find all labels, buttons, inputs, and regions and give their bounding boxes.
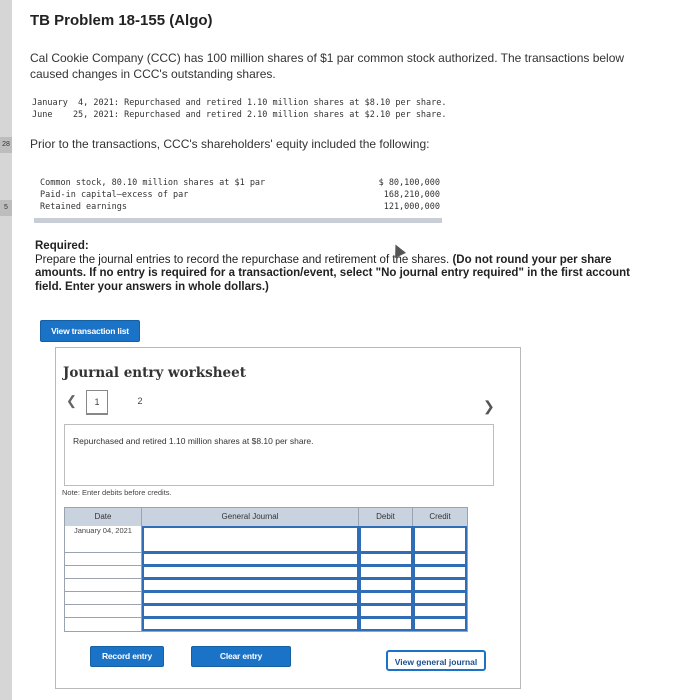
debit-input[interactable] xyxy=(359,591,413,605)
side-mark-1: 28 xyxy=(0,137,12,153)
transactions-list: January 4, 2021: Repurchased and retired… xyxy=(32,97,447,121)
worksheet-title: Journal entry worksheet xyxy=(63,365,246,381)
journal-table: Date General Journal Debit Credit Januar… xyxy=(64,507,468,632)
tab-1[interactable]: 1 xyxy=(86,390,108,415)
problem-title: TB Problem 18-155 (Algo) xyxy=(30,12,213,29)
credit-input[interactable] xyxy=(413,526,467,553)
left-sidebar-strip: 28 5 xyxy=(0,0,12,700)
header-general-journal: General Journal xyxy=(142,508,359,526)
journal-body: January 04, 2021 xyxy=(65,526,467,631)
debit-input[interactable] xyxy=(359,565,413,579)
transaction-row: June 25, 2021: Repurchased and retired 2… xyxy=(32,110,447,120)
transaction-description-box: Repurchased and retired 1.10 million sha… xyxy=(64,424,494,486)
account-input[interactable] xyxy=(142,578,359,592)
account-input[interactable] xyxy=(142,552,359,566)
credit-input[interactable] xyxy=(413,552,467,566)
view-general-journal-button[interactable]: View general journal xyxy=(386,650,486,671)
credit-input[interactable] xyxy=(413,617,467,631)
credit-input[interactable] xyxy=(413,565,467,579)
chevron-right-icon[interactable]: ❯ xyxy=(483,398,495,415)
debit-input[interactable] xyxy=(359,617,413,631)
header-credit: Credit xyxy=(413,508,467,526)
side-mark-2: 5 xyxy=(0,200,12,216)
required-section: Required: Prepare the journal entries to… xyxy=(35,240,655,294)
clear-entry-button[interactable]: Clear entry xyxy=(191,646,291,667)
equity-divider xyxy=(34,218,442,223)
equity-row: Paid-in capital—excess of par 168,210,000 xyxy=(40,190,440,200)
header-date: Date xyxy=(65,508,142,526)
problem-page: TB Problem 18-155 (Algo) Cal Cookie Comp… xyxy=(12,0,674,700)
problem-intro: Cal Cookie Company (CCC) has 100 million… xyxy=(30,51,625,81)
account-input[interactable] xyxy=(142,565,359,579)
view-transaction-list-button[interactable]: View transaction list xyxy=(40,320,140,342)
account-input[interactable] xyxy=(142,591,359,605)
transaction-description: Repurchased and retired 1.10 million sha… xyxy=(73,436,314,446)
debit-input[interactable] xyxy=(359,604,413,618)
prior-text: Prior to the transactions, CCC's shareho… xyxy=(30,137,430,151)
note-text: Note: Enter debits before credits. xyxy=(62,488,172,497)
debit-input[interactable] xyxy=(359,578,413,592)
equity-row: Retained earnings 121,000,000 xyxy=(40,202,440,212)
account-input[interactable] xyxy=(142,604,359,618)
account-input[interactable] xyxy=(142,617,359,631)
debit-input[interactable] xyxy=(359,526,413,553)
chevron-left-icon[interactable]: ❮ xyxy=(66,393,77,409)
debit-input[interactable] xyxy=(359,552,413,566)
account-input[interactable] xyxy=(142,526,359,553)
journal-entry-worksheet: Journal entry worksheet ❮ 1 2 Repurchase… xyxy=(55,347,521,689)
date-cell[interactable]: January 04, 2021 xyxy=(65,526,141,551)
credit-input[interactable] xyxy=(413,578,467,592)
transaction-row: January 4, 2021: Repurchased and retired… xyxy=(32,98,447,108)
record-entry-button[interactable]: Record entry xyxy=(90,646,164,667)
equity-row: Common stock, 80.10 million shares at $1… xyxy=(40,178,440,188)
required-label: Required: xyxy=(35,240,89,252)
credit-input[interactable] xyxy=(413,591,467,605)
equity-table: Common stock, 80.10 million shares at $1… xyxy=(40,177,440,213)
required-text: Prepare the journal entries to record th… xyxy=(35,253,450,266)
tab-2[interactable]: 2 xyxy=(130,390,150,412)
credit-input[interactable] xyxy=(413,604,467,618)
header-debit: Debit xyxy=(359,508,413,526)
